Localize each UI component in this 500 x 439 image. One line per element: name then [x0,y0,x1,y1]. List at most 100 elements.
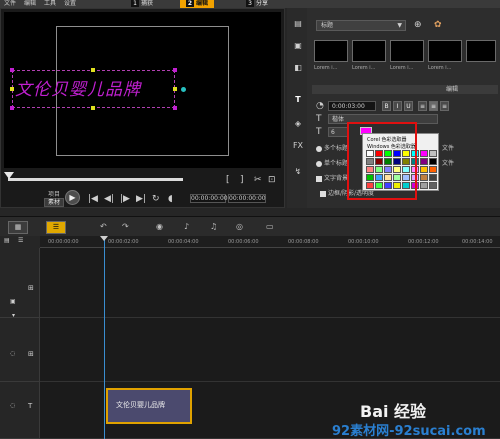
resize-handle[interactable] [91,106,95,110]
scrub-bar[interactable] [8,178,183,181]
video-track[interactable] [40,248,500,318]
play-button[interactable]: ▶ [65,190,80,205]
title-thumbnail[interactable] [428,40,462,62]
clip-mode-button[interactable]: 素材 [44,198,64,207]
project-label[interactable]: 项目 [48,189,60,198]
title-thumbnail[interactable] [352,40,386,62]
color-swatch[interactable] [429,174,437,181]
overlay-track[interactable] [40,318,500,382]
title-thumbnail[interactable] [314,40,348,62]
video-track-icon[interactable]: ⊞ [28,284,34,292]
align-left-button[interactable]: ≡ [418,101,427,111]
record-capture-icon[interactable]: ◉ [156,222,163,231]
title-text[interactable]: 文伦贝婴儿品牌 [15,75,175,100]
overlay-track-icon[interactable]: ⊞ [28,350,34,358]
instant-project-icon[interactable]: ▣ [291,40,305,52]
color-swatch[interactable] [429,158,437,165]
mixer-icon[interactable]: ♪ [184,222,189,231]
menu-settings[interactable]: 设置 [64,0,76,8]
category-dropdown[interactable]: 标题 ▼ [316,20,406,31]
motion-tracking-icon[interactable]: ◎ [236,222,243,231]
step-share-tab[interactable]: 3 分享 [240,0,274,8]
rotate-handle[interactable] [181,87,186,92]
color-swatch[interactable] [420,166,428,173]
end-icon[interactable]: ▶| [136,194,146,204]
align-center-button[interactable]: ≡ [429,101,438,111]
next-frame-icon[interactable]: |▶ [120,194,130,204]
resize-handle[interactable] [10,106,14,110]
font-size-select[interactable]: 6 [328,127,348,137]
timecode-field[interactable]: 00:00:00:00 [190,194,228,203]
align-right-button[interactable]: ≡ [440,101,449,111]
subtitle-icon[interactable]: ▭ [266,222,274,231]
show-all-icon[interactable]: ☰ [18,237,23,244]
resize-handle[interactable] [10,68,14,72]
repeat-icon[interactable]: ↻ [152,194,160,204]
multi-title-option[interactable]: 多个标题 [316,143,348,152]
text-bg-checkbox[interactable]: 文字背景 [316,173,348,182]
color-swatch[interactable] [429,166,437,173]
step-edit-tab[interactable]: 2 编辑 [180,0,215,8]
color-swatch[interactable] [420,174,428,181]
save-file-label[interactable]: 文件 [442,158,454,167]
playhead[interactable] [100,236,108,241]
home-icon[interactable]: |◀ [88,194,98,204]
auto-music-icon[interactable]: ♫ [210,222,217,231]
underline-button[interactable]: U [404,101,413,111]
resize-handle[interactable] [173,87,177,91]
title-text-box[interactable]: 文伦贝婴儿品牌 [10,68,186,110]
edit-options-tab[interactable]: 编辑 [312,85,498,94]
mark-out-icon[interactable]: ] [240,175,244,185]
title-thumbnail[interactable] [390,40,424,62]
redo-icon[interactable]: ↷ [122,222,129,231]
fx-icon[interactable]: FX [291,140,305,152]
timecode-field-end[interactable]: 00:00:00:00 [228,194,266,203]
storyboard-view-button[interactable]: ▦ [8,221,28,234]
title-clip[interactable]: 文伦贝婴儿品牌 [106,388,192,424]
prev-frame-icon[interactable]: ◀| [104,194,114,204]
undo-icon[interactable]: ↶ [100,222,107,231]
playhead-line[interactable] [104,238,105,439]
resize-handle[interactable] [10,87,14,91]
bold-button[interactable]: B [382,101,391,111]
resize-handle[interactable] [173,106,177,110]
duration-field[interactable]: 0:00:03:00 [328,101,376,111]
zoom-icon[interactable]: ⊡ [268,175,276,185]
track-visibility-icon[interactable]: ◌ [10,350,15,357]
open-file-label[interactable]: 文件 [442,143,454,152]
color-swatch[interactable] [420,158,428,165]
color-swatch[interactable] [420,150,428,157]
single-title-option[interactable]: 单个标题 [316,158,348,167]
volume-icon[interactable]: ◖ [168,194,173,204]
media-icon[interactable]: ▤ [291,18,305,30]
color-swatch[interactable] [429,150,437,157]
title-track-icon[interactable]: T [28,402,32,410]
add-track-icon[interactable]: ▤ [4,237,10,244]
path-icon[interactable]: ↯ [291,166,305,178]
split-icon[interactable]: ✂ [254,175,262,185]
menu-edit[interactable]: 编辑 [24,0,36,8]
menu-file[interactable]: 文件 [4,0,16,8]
color-swatch[interactable] [420,182,428,189]
overlay-track-header[interactable] [0,318,40,382]
track-visibility-icon[interactable]: ▣ [10,298,16,305]
step-capture-tab[interactable]: 1 捕获 [125,0,159,8]
timeline-view-button[interactable]: ☰ [46,221,66,234]
mark-in-icon[interactable]: [ [226,175,230,185]
track-visibility-icon[interactable]: ◌ [10,402,15,409]
resize-handle[interactable] [91,68,95,72]
resize-handle[interactable] [173,68,177,72]
preview-screen[interactable]: 文伦贝婴儿品牌 [4,12,281,168]
add-to-library-icon[interactable]: ⊕ [414,20,422,30]
graphic-icon[interactable]: ◈ [291,118,305,130]
transition-icon[interactable]: ◧ [291,62,305,74]
italic-button[interactable]: I [393,101,402,111]
menu-tools[interactable]: 工具 [44,0,56,8]
color-swatch[interactable] [429,182,437,189]
scrub-head[interactable] [4,172,14,179]
title-thumbnail[interactable] [466,40,496,62]
title-icon[interactable]: T [291,94,305,106]
title-track-header[interactable] [0,382,40,439]
options-icon[interactable]: ✿ [434,20,442,30]
video-track-header[interactable] [0,248,40,318]
